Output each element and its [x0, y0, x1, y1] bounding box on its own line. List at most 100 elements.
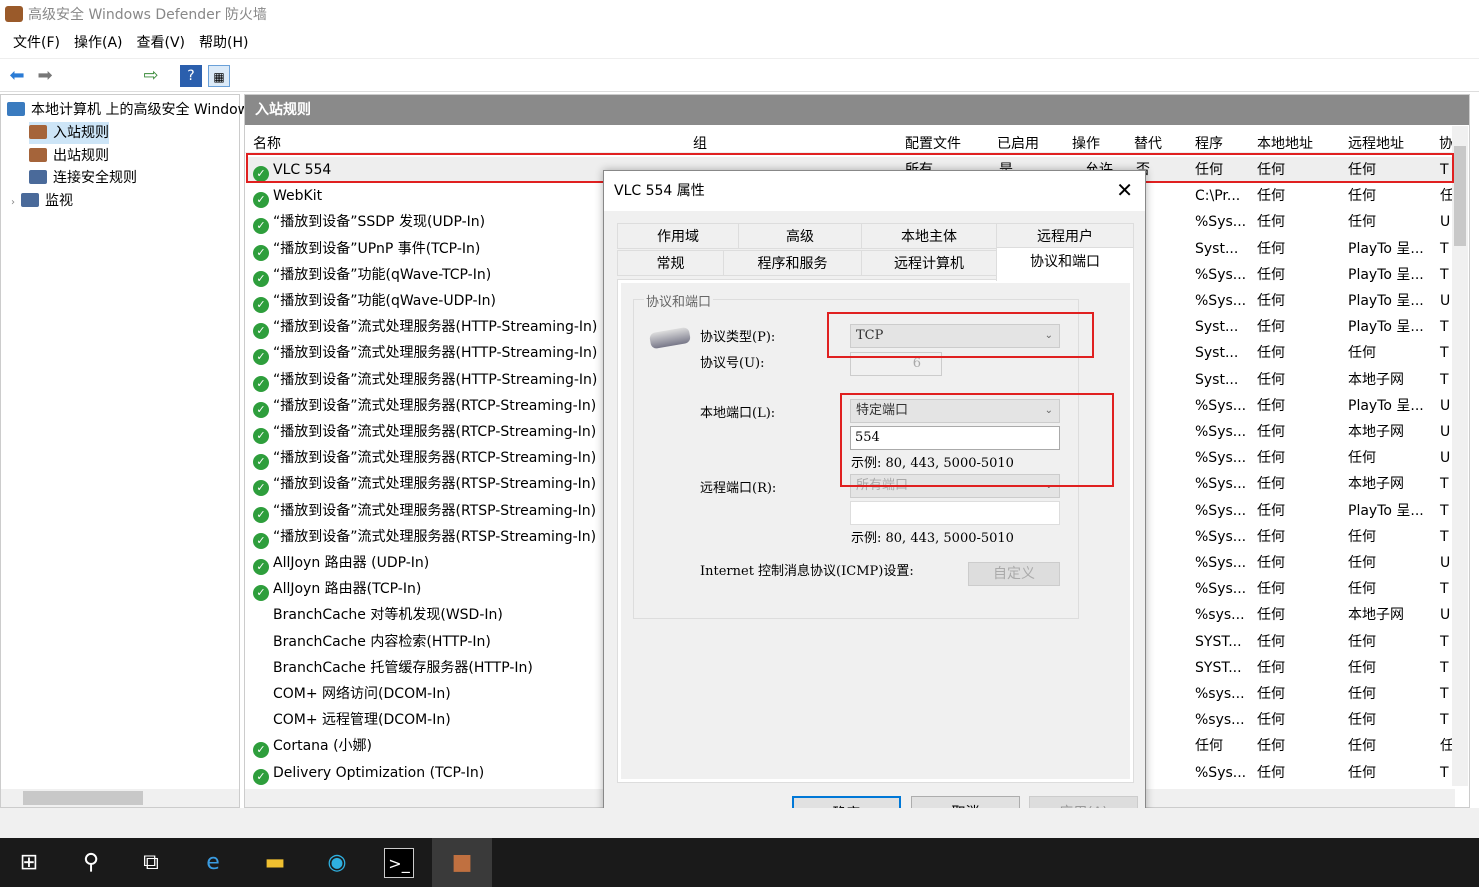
tab-programs-services[interactable]: 程序和服务	[723, 250, 862, 276]
expand-icon[interactable]: ›	[11, 197, 15, 208]
cell-local: 任何	[1257, 659, 1285, 676]
start-icon[interactable]: ⊞	[14, 848, 44, 878]
tree-root[interactable]: 本地计算机 上的高级安全 Windows	[7, 99, 256, 121]
enabled-check-icon: ✓	[253, 532, 269, 549]
rule-name: ✓ “播放到设备”功能(qWave-TCP-In)	[253, 262, 607, 288]
edge-icon[interactable]: ◉	[322, 848, 352, 878]
col-remote-address[interactable]: 远程地址	[1348, 133, 1404, 153]
rule-name-text: “播放到设备”流式处理服务器(RTCP-Streaming-In)	[273, 397, 597, 414]
rule-name: ✓ “播放到设备”流式处理服务器(RTCP-Streaming-In)	[253, 393, 607, 419]
cell-remote: PlayTo 呈...	[1348, 397, 1424, 414]
cell-proto: U	[1440, 555, 1451, 571]
cell-proto: T	[1440, 319, 1449, 336]
cell-proto: U	[1440, 607, 1451, 624]
search-icon[interactable]: ⚲	[76, 848, 106, 878]
help-icon[interactable]: ?	[180, 65, 202, 87]
menu-action[interactable]: 操作(A)	[67, 30, 130, 58]
rule-name-text: BranchCache 对等机发现(WSD-In)	[273, 607, 503, 624]
cell-proto: U	[1440, 214, 1451, 231]
vertical-scrollbar[interactable]	[1452, 126, 1468, 786]
tree-item-monitor[interactable]: › 监视	[11, 190, 73, 212]
cell-proto: U	[1440, 293, 1451, 309]
firewall-taskbar-icon[interactable]: ■	[432, 838, 492, 887]
tab-scope[interactable]: 作用域	[617, 223, 739, 249]
cell-remote: 任何	[1348, 528, 1376, 545]
col-profile[interactable]: 配置文件	[905, 133, 961, 153]
cell-proto: T	[1440, 633, 1449, 650]
rule-name: ✓BranchCache 托管缓存服务器(HTTP-In)	[253, 655, 607, 681]
enabled-check-icon: ✓	[253, 585, 269, 602]
tab-remote-users[interactable]: 远程用户	[996, 223, 1134, 249]
enabled-check-icon: ✓	[253, 218, 269, 235]
rule-name-text: “播放到设备”功能(qWave-TCP-In)	[273, 266, 492, 283]
enabled-check-icon: ✓	[253, 401, 269, 418]
cell-remote: 任何	[1348, 214, 1376, 231]
menu-file[interactable]: 文件(F)	[6, 30, 67, 58]
cell-remote: PlayTo 呈...	[1348, 319, 1424, 336]
cell-remote: 任何	[1348, 555, 1376, 571]
cell-remote: 任何	[1348, 450, 1376, 467]
col-protocol[interactable]: 协	[1439, 133, 1453, 153]
rule-name-text: “播放到设备”流式处理服务器(RTSP-Streaming-In)	[273, 528, 597, 545]
computer-icon	[7, 102, 25, 116]
forward-icon[interactable]: ➡	[34, 65, 56, 87]
customize-button[interactable]: 自定义	[968, 562, 1060, 586]
cell-remote: 任何	[1348, 712, 1376, 729]
tree-item-inbound[interactable]: 入站规则	[29, 122, 109, 144]
col-local-address[interactable]: 本地地址	[1257, 133, 1313, 153]
ie-icon[interactable]: e	[198, 848, 228, 878]
pane-header: 入站规则	[245, 95, 1469, 125]
tab-remote-computers[interactable]: 远程计算机	[861, 250, 997, 276]
cell-remote: 任何	[1348, 345, 1376, 362]
cell-local: 任何	[1257, 764, 1285, 781]
col-override[interactable]: 替代	[1134, 133, 1162, 153]
tree-item-connection-security[interactable]: 连接安全规则	[29, 167, 137, 189]
rule-name: ✓ “播放到设备”流式处理服务器(RTCP-Streaming-In)	[253, 419, 607, 445]
cell-remote: 本地子网	[1348, 424, 1404, 440]
tab-local-principals[interactable]: 本地主体	[861, 223, 997, 249]
cell-local: 任何	[1257, 686, 1285, 702]
cell-proto: U	[1440, 450, 1451, 467]
cell-local: 任何	[1257, 555, 1285, 571]
back-icon[interactable]: ⬅	[6, 65, 28, 87]
rule-name: ✓ “播放到设备”SSDP 发现(UDP-In)	[253, 209, 607, 235]
rule-name-text: Cortana (小娜)	[273, 738, 372, 755]
cell-program: %Sys...	[1195, 293, 1247, 309]
close-icon[interactable]: ✕	[1116, 179, 1133, 201]
remote-port-label: 远程端口(R):	[700, 481, 777, 496]
show-pane-icon[interactable]: ▦	[208, 65, 230, 87]
tab-advanced[interactable]: 高级	[738, 223, 862, 249]
col-group[interactable]: 组	[693, 133, 707, 153]
cell-program: SYST...	[1195, 633, 1242, 650]
dialog-title: VLC 554 属性	[604, 171, 1145, 211]
cmd-icon[interactable]: >_	[384, 848, 414, 878]
cell-local: 任何	[1257, 424, 1285, 440]
cell-local: 任何	[1257, 293, 1285, 309]
column-headers: 名称 组 配置文件 已启用 操作 替代 程序 本地地址 远程地址 协	[245, 129, 1455, 153]
task-view-icon[interactable]: ⧉	[136, 848, 166, 878]
col-action[interactable]: 操作	[1072, 133, 1100, 153]
rule-name: ✓ Cortana (小娜)	[253, 733, 607, 759]
remote-port-input[interactable]	[850, 501, 1060, 525]
export-icon[interactable]: ⇨	[140, 65, 162, 87]
rule-name-text: BranchCache 内容检索(HTTP-In)	[273, 633, 491, 650]
cell-local: 任何	[1257, 450, 1285, 467]
cell-remote: PlayTo 呈...	[1348, 240, 1424, 257]
tab-general[interactable]: 常规	[617, 250, 724, 276]
menu-view[interactable]: 查看(V)	[130, 30, 193, 58]
cell-program: %Sys...	[1195, 266, 1247, 283]
cell-program: %Sys...	[1195, 555, 1247, 571]
tree-label: 入站规则	[53, 125, 109, 141]
col-name[interactable]: 名称	[253, 133, 281, 153]
menu-help[interactable]: 帮助(H)	[192, 30, 255, 58]
cell-proto: T	[1440, 686, 1449, 702]
rule-name-text: Delivery Optimization (TCP-In)	[273, 764, 485, 781]
cell-local: 任何	[1257, 397, 1285, 414]
tree-horizontal-scrollbar[interactable]	[1, 789, 239, 807]
tree-item-outbound[interactable]: 出站规则	[29, 145, 109, 167]
tab-protocols-ports[interactable]: 协议和端口	[996, 247, 1134, 281]
file-explorer-icon[interactable]: ▬	[260, 848, 290, 878]
col-program[interactable]: 程序	[1195, 133, 1223, 153]
enabled-check-icon: ✓	[253, 428, 269, 444]
col-enabled[interactable]: 已启用	[997, 133, 1039, 153]
